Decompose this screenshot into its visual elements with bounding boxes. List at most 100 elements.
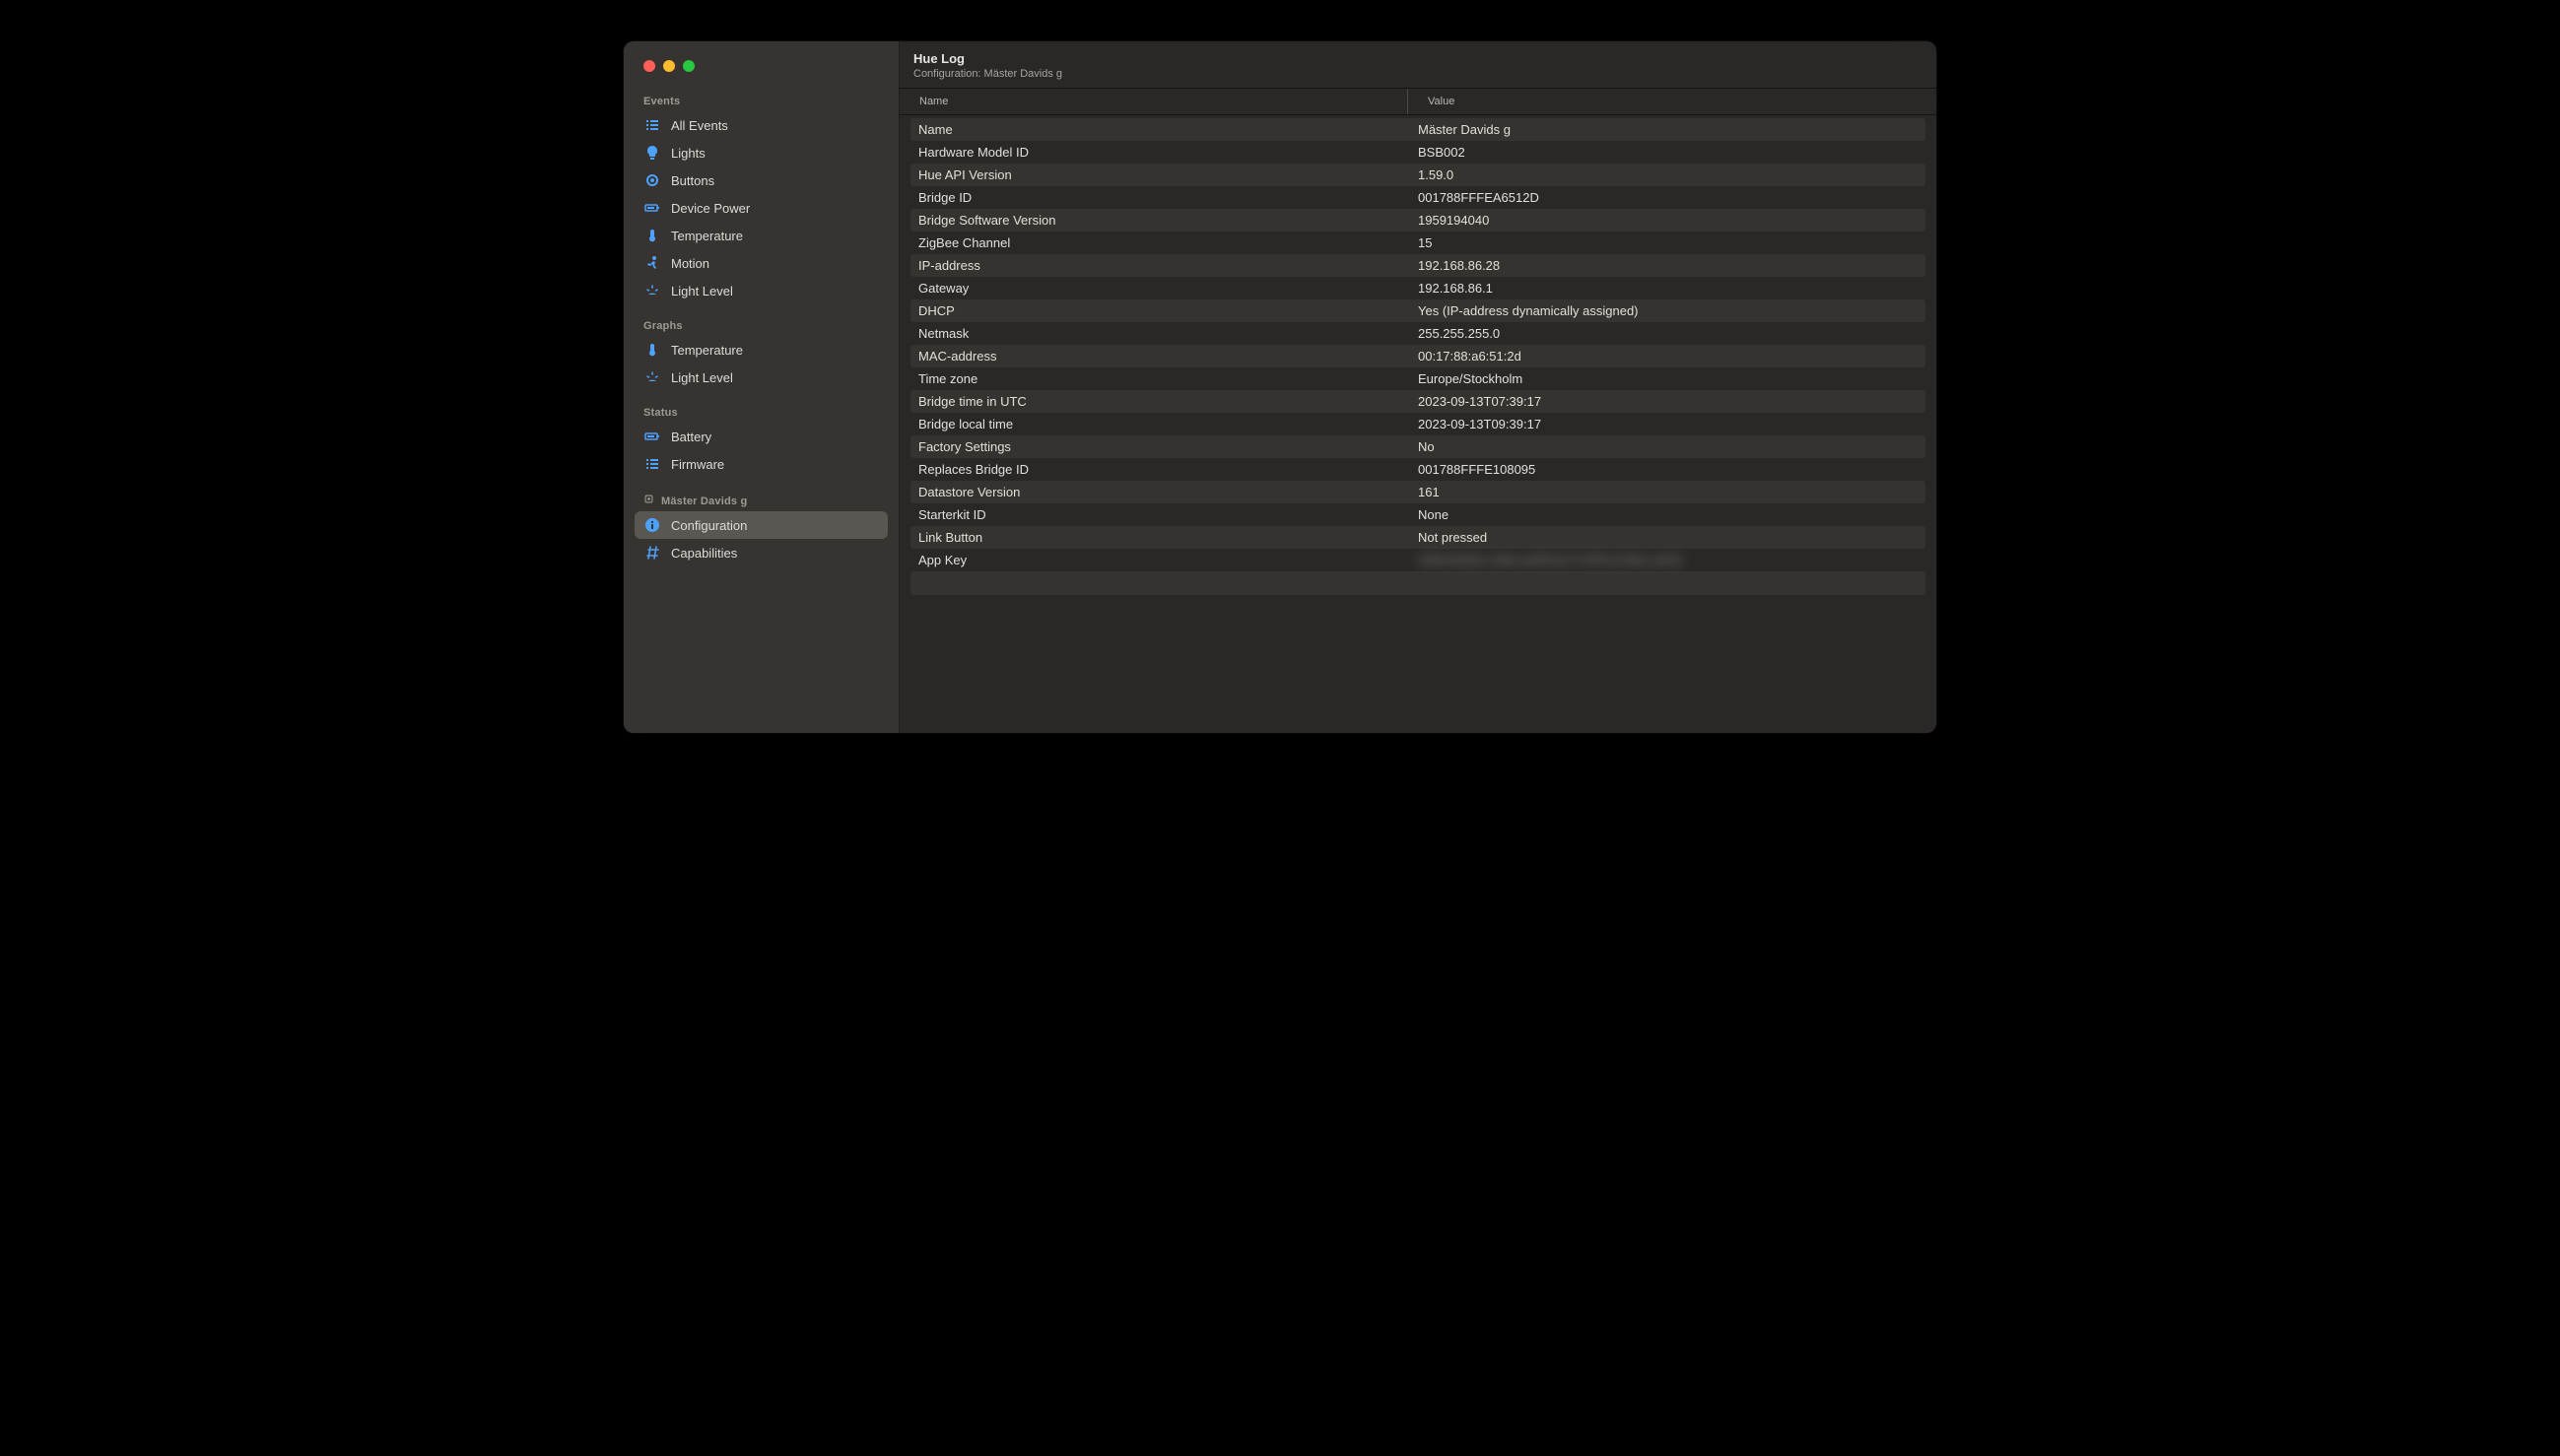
table-row[interactable]: App KeyOBI3ZkBck.SMLasRflJsCYvlPhzrO8LLa… <box>910 549 1925 571</box>
motion-icon <box>643 255 661 271</box>
brightness-icon <box>643 283 661 298</box>
window-controls <box>624 49 899 92</box>
battery-icon <box>643 429 661 444</box>
sidebar-item-firmware[interactable]: Firmware <box>635 450 888 478</box>
sidebar-item-graph-temperature[interactable]: Temperature <box>635 336 888 364</box>
close-button[interactable] <box>643 60 655 72</box>
sidebar-section-text: Graphs <box>643 320 683 332</box>
table-cell-value: 1959194040 <box>1410 209 1925 232</box>
sidebar-item-label: Configuration <box>671 518 747 533</box>
table-cell-name: Bridge ID <box>910 186 1410 209</box>
sidebar-item-motion[interactable]: Motion <box>635 249 888 277</box>
table-row[interactable]: Bridge local time2023-09-13T09:39:17 <box>910 413 1925 435</box>
table-cell-value: 1.59.0 <box>1410 164 1925 186</box>
sidebar-item-lights[interactable]: Lights <box>635 139 888 166</box>
table-cell-value: None <box>1410 503 1925 526</box>
table-cell-name: IP-address <box>910 254 1410 277</box>
table-cell-name: Time zone <box>910 367 1410 390</box>
table-cell-name: Link Button <box>910 526 1410 549</box>
table-cell-name: Replaces Bridge ID <box>910 458 1410 481</box>
table-row[interactable]: Hardware Model IDBSB002 <box>910 141 1925 164</box>
sidebar-section-label: Events <box>624 92 899 111</box>
sidebar-item-device-power[interactable]: Device Power <box>635 194 888 222</box>
table-cell-name: ZigBee Channel <box>910 232 1410 254</box>
table-cell-value: 001788FFFE108095 <box>1410 458 1925 481</box>
bulb-icon <box>643 145 661 161</box>
table-row[interactable]: Datastore Version161 <box>910 481 1925 503</box>
table-cell-name: Hue API Version <box>910 164 1410 186</box>
table-cell-name: Starterkit ID <box>910 503 1410 526</box>
sidebar-item-capabilities[interactable]: Capabilities <box>635 539 888 566</box>
main-panel: Hue Log Configuration: Mäster Davids g N… <box>900 41 1936 733</box>
table-cell-value: 2023-09-13T09:39:17 <box>1410 413 1925 435</box>
table-row[interactable]: Link ButtonNot pressed <box>910 526 1925 549</box>
sidebar-item-graph-light-level[interactable]: Light Level <box>635 364 888 391</box>
table-row-empty <box>910 595 1925 619</box>
column-header-name[interactable]: Name <box>900 89 1408 114</box>
table-cell-name: Hardware Model ID <box>910 141 1410 164</box>
table-row[interactable]: Netmask255.255.255.0 <box>910 322 1925 345</box>
table-row[interactable]: Hue API Version1.59.0 <box>910 164 1925 186</box>
table-row[interactable]: Bridge ID001788FFFEA6512D <box>910 186 1925 209</box>
table-row[interactable]: ZigBee Channel15 <box>910 232 1925 254</box>
table-cell-value: 192.168.86.28 <box>1410 254 1925 277</box>
table-row[interactable]: Gateway192.168.86.1 <box>910 277 1925 299</box>
table-row[interactable]: Starterkit IDNone <box>910 503 1925 526</box>
table-cell-value: 161 <box>1410 481 1925 503</box>
table-row[interactable]: Factory SettingsNo <box>910 435 1925 458</box>
table-cell-value: BSB002 <box>1410 141 1925 164</box>
table-row[interactable]: Replaces Bridge ID001788FFFE108095 <box>910 458 1925 481</box>
table-row[interactable]: Bridge time in UTC2023-09-13T07:39:17 <box>910 390 1925 413</box>
column-header-value[interactable]: Value <box>1408 89 1936 114</box>
sidebar-item-label: All Events <box>671 118 728 133</box>
table-row[interactable]: IP-address192.168.86.28 <box>910 254 1925 277</box>
app-window: Events All Events LightsButtons Device Powe… <box>624 41 1936 733</box>
table-row[interactable]: Time zoneEurope/Stockholm <box>910 367 1925 390</box>
thermometer-icon <box>643 228 661 243</box>
list-icon <box>643 117 661 133</box>
table-row[interactable]: MAC-address00:17:88:a6:51:2d <box>910 345 1925 367</box>
table-cell-name: MAC-address <box>910 345 1410 367</box>
table-cell-value: 001788FFFEA6512D <box>1410 186 1925 209</box>
sidebar-item-configuration[interactable]: Configuration <box>635 511 888 539</box>
minimize-button[interactable] <box>663 60 675 72</box>
sidebar: Events All Events LightsButtons Device Powe… <box>624 41 900 733</box>
table-cell-name: Bridge time in UTC <box>910 390 1410 413</box>
table-cell-value: 15 <box>1410 232 1925 254</box>
table-cell-name: App Key <box>910 549 1410 571</box>
sidebar-section-label: Status <box>624 403 899 423</box>
sidebar-section-text: Mäster Davids g <box>661 496 747 507</box>
table-cell-value: No <box>1410 435 1925 458</box>
sidebar-item-label: Device Power <box>671 201 750 216</box>
table-row[interactable]: Bridge Software Version1959194040 <box>910 209 1925 232</box>
table-cell-value: Europe/Stockholm <box>1410 367 1925 390</box>
table-cell-value: Mäster Davids g <box>1410 118 1925 141</box>
table-row[interactable]: NameMäster Davids g <box>910 118 1925 141</box>
table-cell-name: Name <box>910 118 1410 141</box>
table-cell-value: 00:17:88:a6:51:2d <box>1410 345 1925 367</box>
sidebar-item-battery[interactable]: Battery <box>635 423 888 450</box>
table-cell-name: DHCP <box>910 299 1410 322</box>
thermometer-icon <box>643 342 661 358</box>
sidebar-item-label: Light Level <box>671 370 733 385</box>
sidebar-item-label: Motion <box>671 256 709 271</box>
fullscreen-button[interactable] <box>683 60 695 72</box>
table-row[interactable]: DHCPYes (IP-address dynamically assigned… <box>910 299 1925 322</box>
table-cell-value: 2023-09-13T07:39:17 <box>1410 390 1925 413</box>
hub-icon <box>643 494 655 507</box>
table-cell-name: Bridge Software Version <box>910 209 1410 232</box>
table-cell-name: Gateway <box>910 277 1410 299</box>
table-cell-name: Netmask <box>910 322 1410 345</box>
table-cell-value: 255.255.255.0 <box>1410 322 1925 345</box>
sidebar-item-label: Temperature <box>671 343 743 358</box>
table-cell-name: Factory Settings <box>910 435 1410 458</box>
sidebar-item-light-level[interactable]: Light Level <box>635 277 888 304</box>
brightness-icon <box>643 369 661 385</box>
battery-icon <box>643 200 661 216</box>
table-body: NameMäster Davids gHardware Model IDBSB0… <box>900 115 1936 733</box>
sidebar-item-temperature[interactable]: Temperature <box>635 222 888 249</box>
sidebar-item-label: Light Level <box>671 284 733 298</box>
sidebar-item-buttons[interactable]: Buttons <box>635 166 888 194</box>
sidebar-section-label: Graphs <box>624 316 899 336</box>
sidebar-item-all-events[interactable]: All Events <box>635 111 888 139</box>
